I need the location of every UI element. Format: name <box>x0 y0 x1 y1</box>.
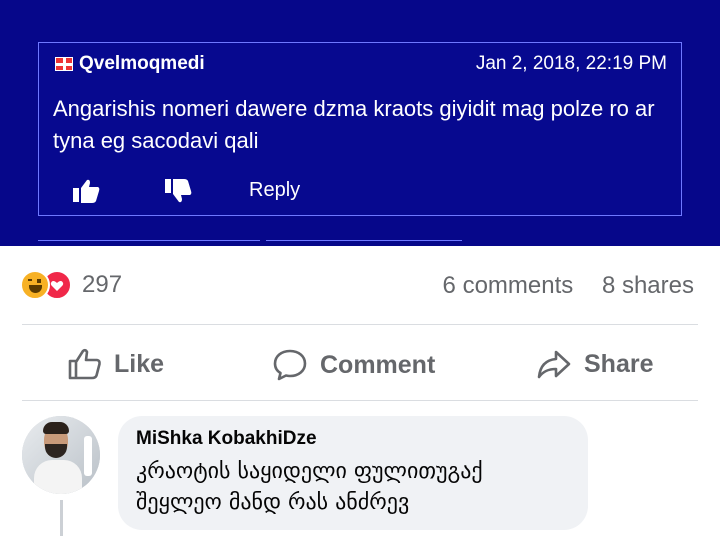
comment-line: შეყლეო მანდ რას ანძრევ <box>136 490 410 515</box>
post-action-bar: Like Comment Share <box>0 330 720 398</box>
reaction-count: 297 <box>82 271 123 298</box>
comment-button[interactable]: Comment <box>272 348 435 382</box>
divider <box>22 324 698 325</box>
embedded-tab-outline <box>266 240 462 246</box>
embedded-actions: Reply <box>53 175 453 209</box>
shares-count-link[interactable]: 8 shares <box>602 272 694 299</box>
avatar[interactable] <box>22 416 100 494</box>
thumbs-up-icon <box>73 179 100 203</box>
thumbs-down-icon <box>165 179 192 203</box>
comment-line: კრაოტის საყიდელი ფულითუგაქ <box>136 459 483 484</box>
like-label: Like <box>114 349 165 378</box>
post-stats: 6 comments 8 shares <box>443 272 694 300</box>
comment-icon <box>273 349 307 381</box>
comment-thread-line <box>60 500 63 536</box>
embedded-comment-card: Qvelmoqmedi Jan 2, 2018, 22:19 PM Angari… <box>38 42 682 216</box>
like-button[interactable]: Like <box>68 348 164 380</box>
comments-count-link[interactable]: 6 comments <box>443 272 574 299</box>
share-icon <box>537 350 571 379</box>
embedded-tab-outline <box>38 240 260 246</box>
comment-label: Comment <box>320 350 436 379</box>
reaction-summary[interactable]: 297 <box>20 270 122 300</box>
embedded-comment-text: Angarishis nomeri dawere dzma kraots giy… <box>53 96 655 153</box>
embedded-timestamp: Jan 2, 2018, 22:19 PM <box>475 53 667 74</box>
like-icon <box>68 348 101 380</box>
divider <box>22 400 698 401</box>
comment-bubble: MiShka KobakhiDze კრაოტის საყიდელი ფულით… <box>118 416 588 530</box>
embedded-username: Qvelmoqmedi <box>79 53 205 74</box>
flag-icon <box>55 57 73 71</box>
share-button[interactable]: Share <box>536 348 653 380</box>
embedded-reply-link: Reply <box>249 179 301 201</box>
embedded-screenshot: Qvelmoqmedi Jan 2, 2018, 22:19 PM Angari… <box>0 0 720 246</box>
share-label: Share <box>584 349 654 378</box>
haha-reaction-icon <box>20 270 50 300</box>
comment-author[interactable]: MiShka KobakhiDze <box>136 428 570 450</box>
comment-text: კრაოტის საყიდელი ფულითუგაქ შეყლეო მანდ რ… <box>136 456 570 518</box>
